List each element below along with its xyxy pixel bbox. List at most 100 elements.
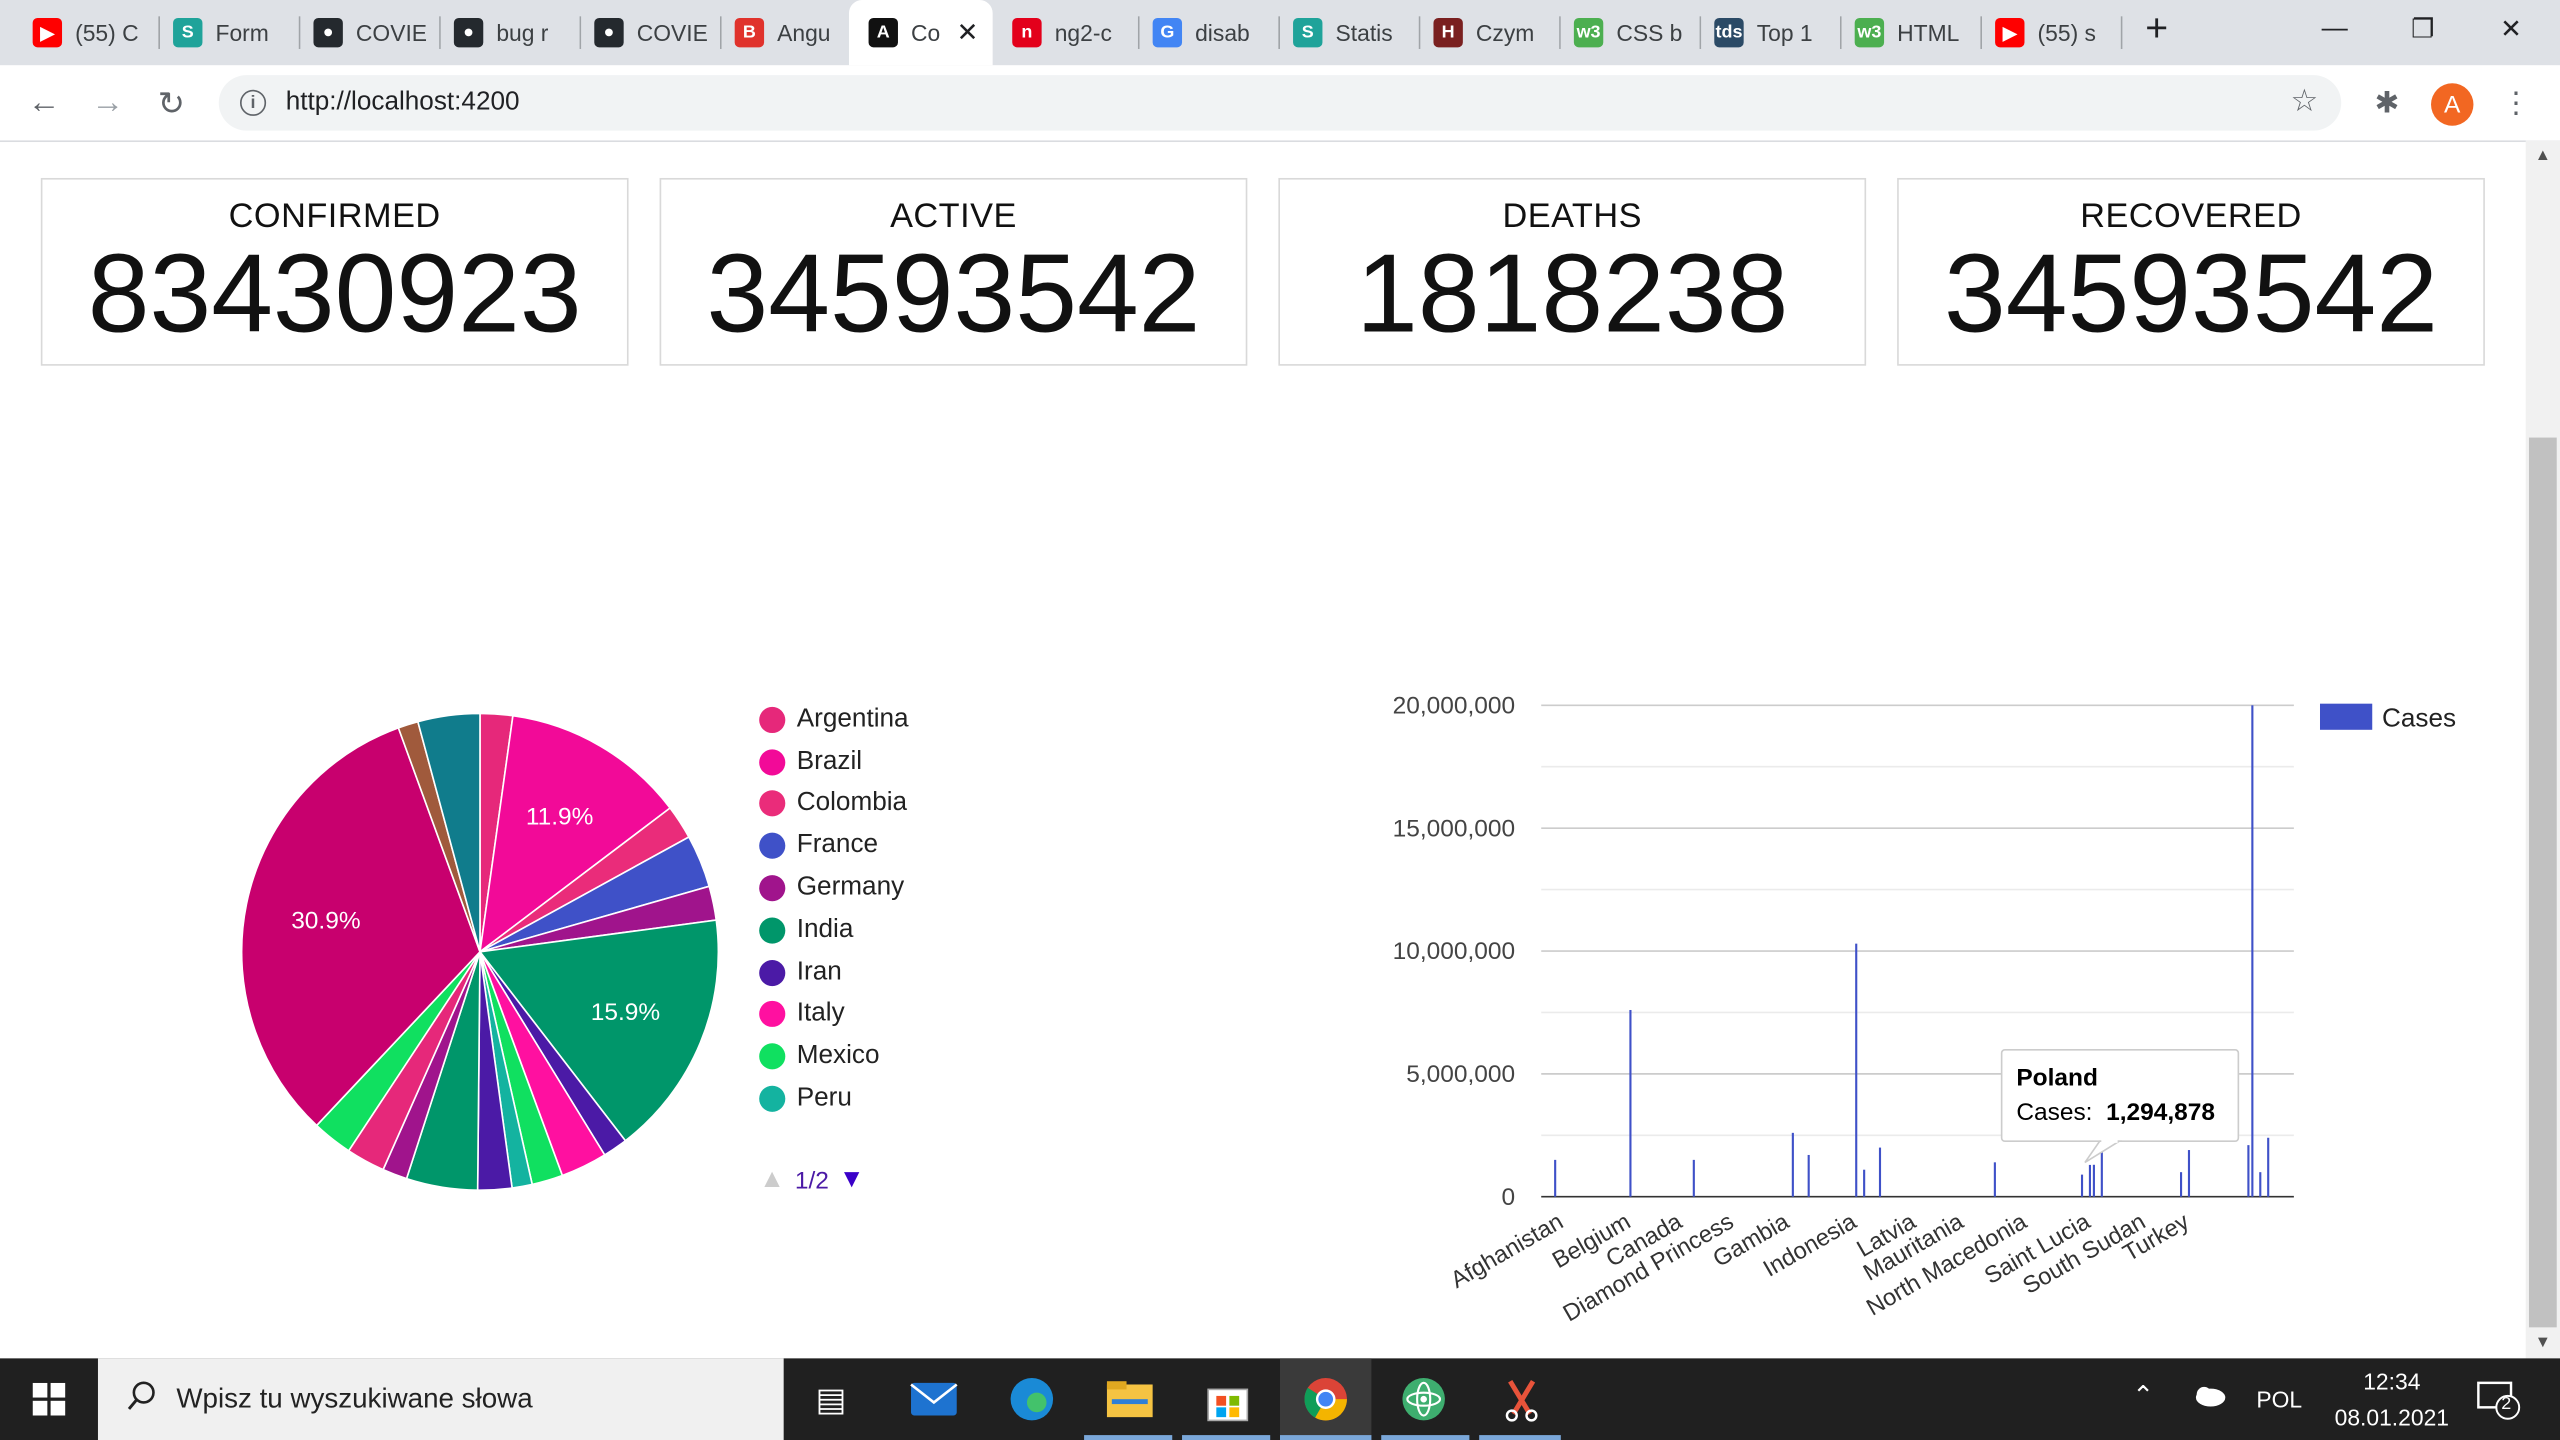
bar[interactable] (2088, 1164, 2092, 1197)
notifications-icon[interactable]: 2 (2475, 1378, 2521, 1425)
legend-label: Peru (796, 1084, 852, 1112)
pie-slice-label: 30.9% (291, 907, 360, 934)
tab-label: Co (911, 19, 941, 46)
url-text[interactable]: http://localhost:4200 (286, 88, 520, 117)
legend-item[interactable]: Mexico (759, 1036, 1086, 1078)
bar[interactable] (2100, 1152, 2103, 1197)
bar[interactable] (1629, 1009, 1632, 1197)
tab-4[interactable]: ● bug r (441, 0, 582, 65)
legend-item[interactable]: Peru (759, 1078, 1086, 1120)
forward-icon[interactable]: → (83, 78, 132, 127)
legend-item[interactable]: Germany (759, 867, 1086, 909)
tab-12[interactable]: w3 CSS b (1561, 0, 1702, 65)
tab-5[interactable]: ● COVIE (581, 0, 722, 65)
legend-item[interactable]: Brazil (759, 741, 1086, 783)
bar[interactable] (2187, 1150, 2191, 1197)
github-icon: ● (594, 17, 624, 48)
tab-15[interactable]: ▶ (55) s (1982, 0, 2123, 65)
tab-6[interactable]: B Angu (722, 0, 863, 65)
address-bar[interactable]: i http://localhost:4200 ☆ (218, 75, 2342, 131)
onedrive-cloud-icon[interactable] (2191, 1384, 2227, 1412)
close-tab-icon[interactable]: ✕ (957, 16, 979, 49)
store-icon[interactable] (1202, 1373, 1254, 1425)
legend-item[interactable]: Italy (759, 994, 1086, 1036)
restore-icon[interactable]: ❐ (2382, 0, 2464, 59)
bar[interactable] (1993, 1162, 1996, 1197)
legend-swatch (759, 1085, 786, 1112)
clock-time[interactable]: 12:34 (2335, 1368, 2449, 1394)
legend-item[interactable]: Colombia (759, 783, 1086, 825)
back-icon[interactable]: ← (20, 78, 69, 127)
legend-label: India (796, 915, 854, 944)
angular-icon: A (868, 17, 898, 48)
language-indicator[interactable]: POL (2256, 1386, 2302, 1412)
extensions-icon[interactable]: ✱ (2362, 78, 2411, 127)
scroll-down-icon[interactable]: ▼ (2526, 1334, 2560, 1352)
legend-next-icon[interactable]: ▼ (839, 1166, 865, 1195)
tab-10[interactable]: S Statis (1280, 0, 1421, 65)
reload-icon[interactable]: ↻ (147, 78, 196, 127)
tab-11[interactable]: H Czym (1420, 0, 1561, 65)
scroll-up-icon[interactable]: ▲ (2526, 147, 2560, 165)
bar[interactable] (1692, 1159, 1695, 1197)
bar[interactable] (1878, 1147, 1882, 1197)
tab-1[interactable]: ▶ (55) C (20, 0, 160, 65)
close-window-icon[interactable]: ✕ (2470, 0, 2552, 59)
legend-prev-icon[interactable]: ▲ (759, 1166, 785, 1195)
y-tick-label: 15,000,000 (1393, 815, 1515, 842)
bar[interactable] (1855, 943, 1858, 1197)
legend-swatch (759, 706, 786, 733)
tab-13[interactable]: tds Top 1 (1701, 0, 1842, 65)
edge-browser-icon[interactable] (1006, 1373, 1058, 1425)
bar[interactable] (1807, 1154, 1810, 1197)
tab-2[interactable]: S Form (160, 0, 301, 65)
minimize-icon[interactable]: — (2294, 0, 2376, 59)
legend-item[interactable]: India (759, 909, 1086, 951)
tab-7[interactable]: A Co ✕ (848, 0, 993, 66)
tray-chevron-icon[interactable]: ⌃ (2132, 1380, 2154, 1413)
tab-label: disab (1195, 19, 1250, 46)
atom-editor-icon[interactable] (1398, 1373, 1450, 1425)
w3-icon: w3 (1573, 17, 1604, 48)
site-info-icon[interactable]: i (239, 89, 267, 116)
bookmark-star-icon[interactable]: ☆ (2291, 83, 2319, 121)
pie-slice-label: 11.9% (526, 803, 594, 830)
bar[interactable] (1791, 1132, 1794, 1197)
legend-item[interactable]: France (759, 825, 1086, 867)
tab-8[interactable]: n ng2-c (999, 0, 1140, 65)
new-tab-button[interactable]: + (2118, 0, 2196, 59)
file-explorer-icon[interactable] (1104, 1373, 1156, 1425)
tab-14[interactable]: w3 HTML (1842, 0, 1983, 65)
bar[interactable] (2247, 1145, 2250, 1197)
tab-label: ng2-c (1054, 19, 1112, 46)
bar-legend-label: Cases (2382, 703, 2456, 733)
bar[interactable] (1863, 1169, 1866, 1197)
mail-icon[interactable] (908, 1373, 960, 1425)
bar[interactable] (2179, 1172, 2183, 1197)
windows-start-icon[interactable] (23, 1373, 75, 1425)
legend-item[interactable]: Argentina (759, 699, 1086, 741)
bar[interactable] (2092, 1164, 2095, 1197)
browser-toolbar: ← → ↻ i http://localhost:4200 ☆ ✱ ⋮ (0, 65, 2560, 143)
menu-icon[interactable]: ⋮ (2491, 78, 2540, 127)
scroll-thumb[interactable] (2528, 437, 2557, 1328)
bar[interactable] (2251, 705, 2254, 1197)
bar[interactable] (2267, 1137, 2270, 1197)
snipping-tool-icon[interactable] (1496, 1373, 1548, 1425)
chrome-icon[interactable] (1300, 1373, 1352, 1425)
pie-slice-label: 15.9% (591, 999, 660, 1026)
tab-9[interactable]: Gdisab (1140, 0, 1280, 65)
taskbar-search[interactable]: Wpisz tu wyszukiwane słowa (97, 1358, 784, 1440)
bar[interactable] (2259, 1172, 2262, 1197)
task-view-icon[interactable]: ▤ (805, 1373, 857, 1425)
page-scrollbar[interactable]: ▲ ▼ (2525, 140, 2560, 1359)
tab-label: COVIE (636, 19, 708, 46)
bar[interactable] (2080, 1174, 2084, 1197)
profile-avatar[interactable]: A (2431, 83, 2474, 126)
legend-item[interactable]: Iran (759, 951, 1086, 993)
tab-3[interactable]: ● COVIE (300, 0, 441, 65)
running-indicator (1182, 1435, 1271, 1440)
bar[interactable] (1554, 1159, 1557, 1197)
tooltip-series-label: Cases: (2016, 1099, 2092, 1126)
clock-date[interactable]: 08.01.2021 (2325, 1404, 2459, 1430)
